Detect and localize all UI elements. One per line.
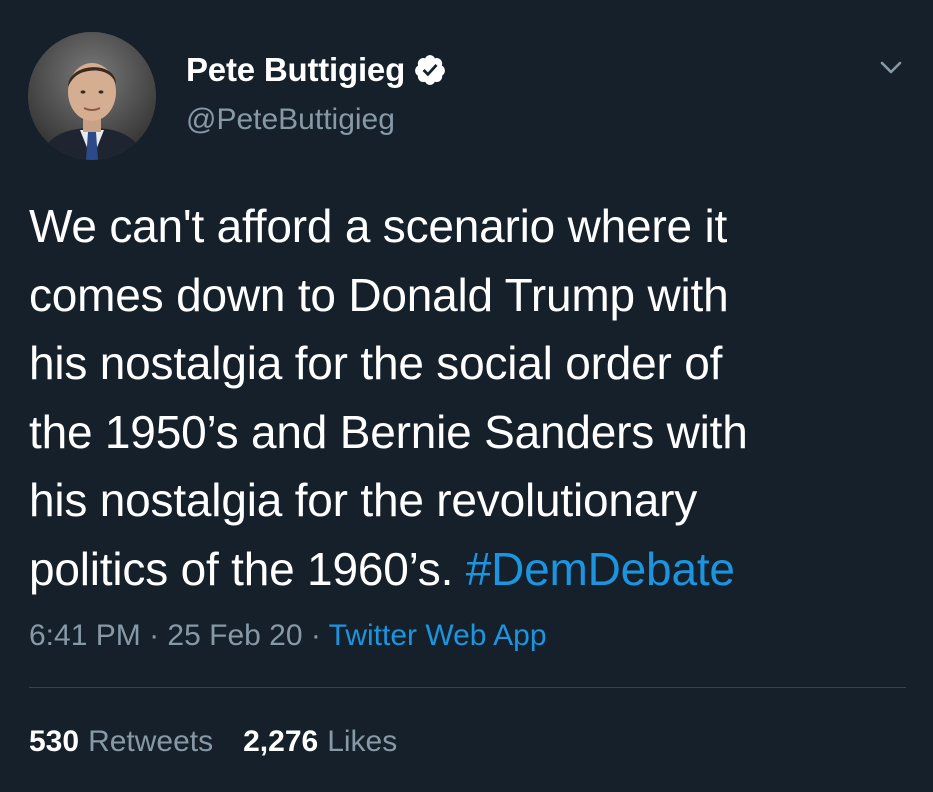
retweets-stat[interactable]: 530 Retweets xyxy=(29,722,213,762)
avatar-photo-icon xyxy=(28,32,156,160)
likes-label: Likes xyxy=(327,725,398,758)
tweet-stats: 530 Retweets 2,276 Likes xyxy=(29,722,397,762)
tweet-date[interactable]: 25 Feb 20 xyxy=(167,619,302,652)
tweet-text-last-line: politics of the 1960’s. #DemDebate xyxy=(29,535,909,604)
tweet-text-line: We can't afford a scenario where it xyxy=(29,200,728,252)
verified-badge-icon xyxy=(413,53,447,87)
tweet-text-line: his nostalgia for the revolutionary xyxy=(29,474,698,526)
divider xyxy=(29,687,906,688)
hashtag-link[interactable]: #DemDebate xyxy=(466,543,735,595)
avatar[interactable] xyxy=(28,32,156,160)
meta-separator: · xyxy=(310,619,321,652)
likes-count: 2,276 xyxy=(243,725,319,758)
author-handle[interactable]: @PeteButtigieg xyxy=(186,103,395,137)
chevron-down-icon[interactable] xyxy=(876,52,906,82)
tweet-meta: 6:41 PM · 25 Feb 20 · Twitter Web App xyxy=(29,616,547,656)
tweet-card: Pete Buttigieg @PeteButtigieg We can't a… xyxy=(0,0,933,792)
author-row[interactable]: Pete Buttigieg xyxy=(186,48,447,92)
tweet-text-line: his nostalgia for the social order of xyxy=(29,337,723,389)
tweet-text-line: comes down to Donald Trump with xyxy=(29,268,729,321)
tweet-time[interactable]: 6:41 PM xyxy=(29,619,141,652)
meta-separator: · xyxy=(149,619,160,652)
retweets-count: 530 xyxy=(29,725,80,758)
likes-stat[interactable]: 2,276 Likes xyxy=(243,722,397,762)
tweet-text: We can't afford a scenario where it come… xyxy=(29,192,909,603)
author-display-name[interactable]: Pete Buttigieg xyxy=(186,51,405,89)
retweets-label: Retweets xyxy=(88,725,214,758)
tweet-text-line: the 1950’s and Bernie Sanders with xyxy=(29,405,748,458)
tweet-text-line: politics of the 1960’s. xyxy=(29,542,466,595)
tweet-source-link[interactable]: Twitter Web App xyxy=(329,619,547,652)
